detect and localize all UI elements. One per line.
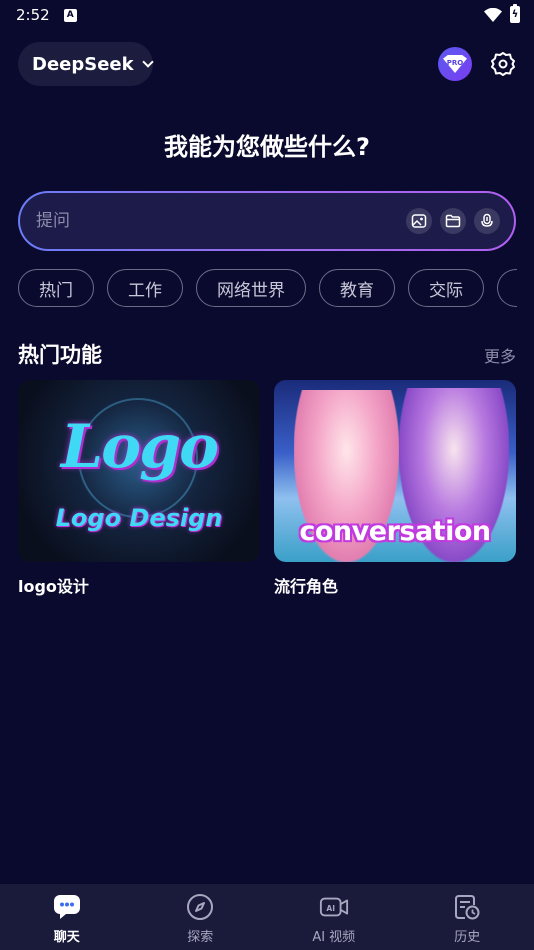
- image-upload-button[interactable]: [406, 208, 432, 234]
- pro-label: PRO: [446, 58, 464, 67]
- microphone-icon: [481, 213, 493, 227]
- card-label: logo设计: [18, 577, 89, 596]
- category-chips: 热门 工作 网络世界 教育 交际: [18, 269, 517, 307]
- ai-video-icon: AI: [319, 892, 349, 922]
- page-headline: 我能为您做些什么?: [164, 133, 370, 161]
- nav-label: 历史: [454, 930, 481, 945]
- nav-history[interactable]: 历史: [401, 884, 534, 950]
- chat-icon: [52, 892, 82, 922]
- compass-icon: [185, 892, 215, 922]
- chip-work[interactable]: 工作: [107, 269, 183, 307]
- folder-icon: [445, 214, 461, 228]
- chip-social[interactable]: 交际: [408, 269, 484, 307]
- nav-label: 探索: [187, 930, 214, 945]
- feature-card-character[interactable]: conversation 流行角色: [274, 380, 516, 597]
- image-icon: [411, 214, 427, 228]
- model-selector[interactable]: DeepSeek: [18, 42, 154, 86]
- settings-button[interactable]: [488, 49, 518, 79]
- prompt-icons: [406, 208, 514, 234]
- card-label: 流行角色: [274, 577, 339, 596]
- character-thumbnail: conversation: [274, 380, 516, 562]
- status-bar: 2:52 A ϟ: [0, 0, 534, 30]
- model-name: DeepSeek: [32, 53, 134, 75]
- status-time: 2:52: [16, 6, 50, 24]
- chip-internet[interactable]: 网络世界: [196, 269, 306, 307]
- pro-button[interactable]: PRO: [438, 47, 472, 81]
- chip-more-partial[interactable]: [497, 269, 517, 307]
- thumbnail-subtitle: Logo Design: [55, 504, 223, 532]
- chip-hot[interactable]: 热门: [18, 269, 94, 307]
- nav-chat[interactable]: 聊天: [0, 884, 134, 950]
- prompt-input[interactable]: [36, 211, 406, 231]
- logo-design-thumbnail: Logo Logo Design: [18, 380, 260, 562]
- battery-icon: ϟ: [510, 4, 520, 23]
- nav-label: 聊天: [53, 930, 80, 945]
- chip-education[interactable]: 教育: [319, 269, 395, 307]
- feature-card-logo[interactable]: Logo Logo Design logo设计: [18, 380, 260, 597]
- nav-label: AI 视频: [312, 930, 356, 945]
- gear-icon: [491, 52, 515, 76]
- voice-input-button[interactable]: [474, 208, 500, 234]
- chevron-down-icon: [141, 56, 154, 68]
- bottom-nav: 聊天 探索 AI AI 视频 历史: [0, 884, 534, 950]
- notification-a-icon: A: [63, 8, 77, 22]
- prompt-inner: [20, 193, 514, 249]
- thumbnail-title: conversation: [299, 516, 491, 547]
- diamond-icon: PRO: [443, 55, 467, 73]
- file-upload-button[interactable]: [440, 208, 466, 234]
- svg-text:AI: AI: [326, 904, 335, 913]
- prompt-box: [18, 191, 516, 251]
- status-right: ϟ: [484, 4, 520, 23]
- section-title: 热门功能: [18, 343, 102, 367]
- history-icon: [452, 892, 482, 922]
- nav-ai-video[interactable]: AI AI 视频: [267, 884, 401, 950]
- more-link[interactable]: 更多: [484, 343, 516, 367]
- nav-explore[interactable]: 探索: [134, 884, 268, 950]
- thumbnail-title: Logo: [60, 412, 219, 482]
- wifi-icon: [484, 7, 502, 22]
